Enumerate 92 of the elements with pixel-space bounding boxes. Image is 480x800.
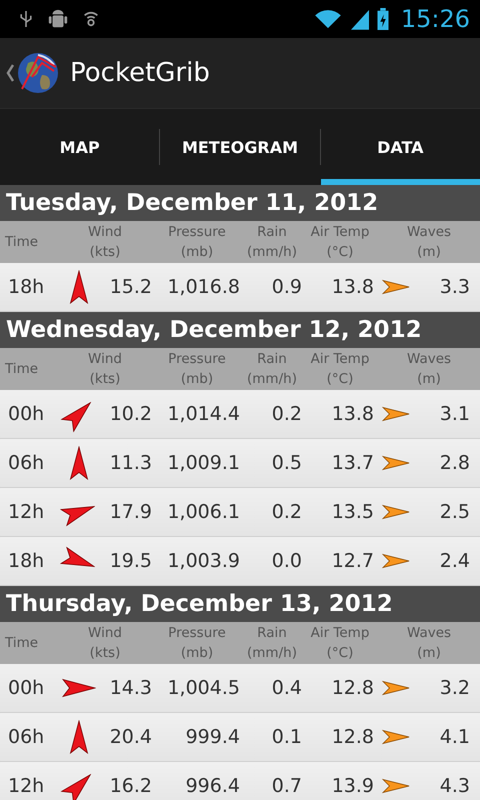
status-time: 15:26 xyxy=(400,5,470,33)
table-cell-text: 13.8 xyxy=(330,276,374,298)
column-header: Waves (m) xyxy=(406,624,452,663)
day-header: Thursday, December 13, 2012 xyxy=(0,586,480,622)
table-cell-text: 3.1 xyxy=(438,403,471,425)
table-cell-text: 18h xyxy=(7,550,46,572)
column-header: Rain (mm/h) xyxy=(246,624,298,663)
column-header: Pressure (mb) xyxy=(167,624,227,663)
wind-arrow-icon xyxy=(69,270,89,304)
table-cell-text: 13.5 xyxy=(330,501,374,523)
table-cell-text: 20.4 xyxy=(108,726,152,748)
table-cell-text: 0.7 xyxy=(270,775,302,797)
column-header: Air Temp (°C) xyxy=(310,223,370,262)
back-caret-icon[interactable] xyxy=(6,63,14,83)
app-title: PocketGrib xyxy=(70,58,210,88)
table-cell-text: 11.3 xyxy=(108,452,152,474)
table-cell-text: 0.1 xyxy=(270,726,302,748)
table-cell-text: 3.3 xyxy=(438,276,471,298)
wave-arrow-icon xyxy=(382,504,410,520)
table-cell-text: 1,004.5 xyxy=(166,677,240,699)
table-cell-text: 0.2 xyxy=(270,403,302,425)
column-header: Time xyxy=(4,360,40,379)
table-cell-text: 14.3 xyxy=(108,677,152,699)
wave-arrow-icon xyxy=(382,553,410,569)
tab[interactable]: METEOGRAM xyxy=(160,109,320,185)
column-header: Time xyxy=(4,233,40,252)
table-cell-text: 18h xyxy=(7,276,46,298)
column-header: Wind (kts) xyxy=(87,624,123,663)
wifi-icon xyxy=(312,8,343,30)
table-cell-text: 06h xyxy=(7,452,46,474)
table-cell-text: 12.7 xyxy=(330,550,374,572)
table-cell-text: 1,006.1 xyxy=(166,501,240,523)
table-cell-text: 00h xyxy=(7,677,46,699)
table-cell-text: 0.9 xyxy=(270,276,302,298)
wind-arrow-icon xyxy=(69,446,89,480)
table-cell-text: 17.9 xyxy=(108,501,152,523)
wave-arrow-icon xyxy=(382,406,410,422)
android-icon xyxy=(48,8,68,30)
wave-arrow-icon xyxy=(382,455,410,471)
wave-arrow-icon xyxy=(382,279,410,295)
table-cell-text: 12h xyxy=(7,775,46,797)
table-cell-text: 06h xyxy=(7,726,46,748)
table-cell-text: 0.2 xyxy=(270,501,302,523)
table-cell-text: 996.4 xyxy=(184,775,240,797)
table-cell-text: 1,003.9 xyxy=(166,550,240,572)
table-cell-text: 15.2 xyxy=(108,276,152,298)
wave-arrow-icon xyxy=(382,729,410,745)
battery-icon xyxy=(376,8,389,30)
column-header: Pressure (mb) xyxy=(167,223,227,262)
column-header: Wind (kts) xyxy=(87,223,123,262)
table-cell-text: 12h xyxy=(7,501,46,523)
table-cell-text: 1,009.1 xyxy=(166,452,240,474)
table-cell-text: 4.1 xyxy=(438,726,471,748)
wave-arrow-icon xyxy=(382,778,410,794)
table-cell-text: 0.5 xyxy=(270,452,302,474)
column-header: Waves (m) xyxy=(406,350,452,389)
column-header: Rain (mm/h) xyxy=(246,350,298,389)
table-cell-text: 0.4 xyxy=(270,677,302,699)
table-cell-text: 13.9 xyxy=(330,775,374,797)
table-cell-text: 12.8 xyxy=(330,726,374,748)
table-cell-text: 2.4 xyxy=(438,550,471,572)
tab[interactable]: MAP xyxy=(0,109,160,185)
globe-icon[interactable] xyxy=(16,51,60,95)
wind-arrow-icon xyxy=(69,720,89,754)
usb-icon xyxy=(18,8,34,30)
table-cell-text: 13.7 xyxy=(330,452,374,474)
column-header: Air Temp (°C) xyxy=(310,624,370,663)
table-cell-text: 4.3 xyxy=(438,775,471,797)
table-cell-text: 10.2 xyxy=(108,403,152,425)
column-header: Waves (m) xyxy=(406,223,452,262)
table-cell-text: 1,014.4 xyxy=(166,403,240,425)
wind-arrow-icon xyxy=(62,678,96,698)
wave-arrow-icon xyxy=(382,680,410,696)
table-cell-text: 0.0 xyxy=(270,550,302,572)
table-cell-text: 3.2 xyxy=(438,677,471,699)
table-cell-text: 1,016.8 xyxy=(166,276,240,298)
table-cell-text: 999.4 xyxy=(184,726,240,748)
table-cell-text: 12.8 xyxy=(330,677,374,699)
column-header: Wind (kts) xyxy=(87,350,123,389)
table-cell-text: 00h xyxy=(7,403,46,425)
table-cell-text: 19.5 xyxy=(108,550,152,572)
column-header: Air Temp (°C) xyxy=(310,350,370,389)
table-cell-text: 13.8 xyxy=(330,403,374,425)
table-cell-text: 2.5 xyxy=(438,501,471,523)
day-header: Tuesday, December 11, 2012 xyxy=(0,185,480,221)
table-cell-text: 16.2 xyxy=(108,775,152,797)
column-header: Pressure (mb) xyxy=(167,350,227,389)
table-cell-text: 2.8 xyxy=(438,452,471,474)
day-header: Wednesday, December 12, 2012 xyxy=(0,312,480,348)
column-header: Rain (mm/h) xyxy=(246,223,298,262)
column-header: Time xyxy=(4,634,40,653)
signal-icon xyxy=(350,8,369,30)
